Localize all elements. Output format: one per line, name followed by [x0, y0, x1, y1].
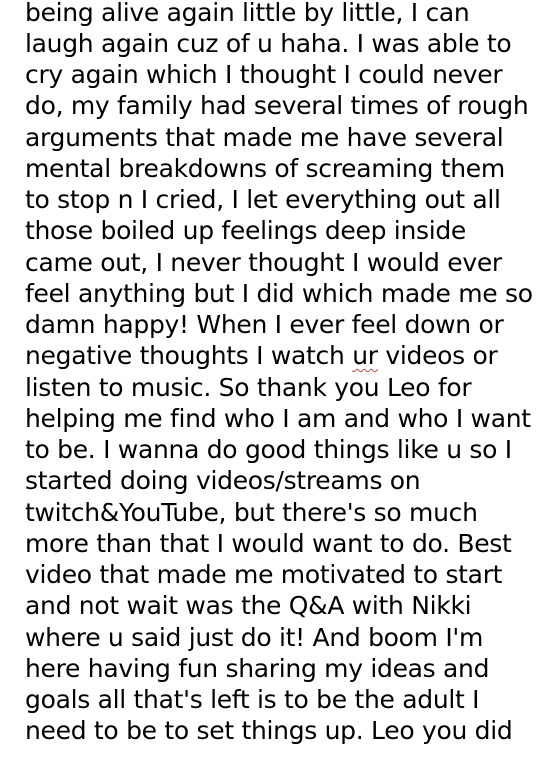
text-line-23: goals all that's left is to be the adult…	[25, 685, 480, 714]
text-line-17: twitch&YouTube, but there's so much	[25, 498, 478, 527]
text-line-13: listen to music. So thank you Leo for	[25, 373, 472, 402]
text-line-24: need to be to set things up. Leo you did	[25, 716, 513, 745]
text-line-2: laugh again cuz of u haha. I was able to	[25, 29, 512, 58]
text-line-14: helping me find who I am and who I want	[25, 404, 531, 433]
text-line-7: to stop n I cried, I let everything out …	[25, 185, 501, 214]
text-line-3: cry again which I thought I could never	[25, 60, 503, 89]
text-line-22: here having fun sharing my ideas and	[25, 654, 490, 683]
text-line-16: started doing videos/streams on	[25, 466, 421, 495]
text-line-12-before: negative thoughts I watch	[25, 341, 353, 370]
text-line-4: do, my family had several times of rough	[25, 91, 529, 120]
text-line-6: mental breakdowns of screaming them	[25, 154, 505, 183]
text-line-21: where u said just do it! And boom I'm	[25, 623, 484, 652]
text-line-11: damn happy! When I ever feel down or	[25, 310, 504, 339]
text-line-10: feel anything but I did which made me so	[25, 279, 533, 308]
text-line-15: to be. I wanna do good things like u so …	[25, 435, 512, 464]
text-line-9: came out, I never thought I would ever	[25, 248, 502, 277]
text-line-1: being alive again little by little, I ca…	[25, 0, 470, 27]
text-line-12-after: videos or	[377, 341, 498, 370]
text-line-12: negative thoughts I watch ur videos or	[25, 340, 498, 371]
text-line-5: arguments that made me have several	[25, 123, 504, 152]
note-document: being alive again little by little, I ca…	[0, 0, 540, 759]
text-line-20: and not wait was the Q&A with Nikki	[25, 591, 472, 620]
spellcheck-flagged-word[interactable]: ur	[352, 341, 378, 370]
text-line-8: those boiled up feelings deep inside	[25, 216, 467, 245]
text-line-18: more than that I would want to do. Best	[25, 529, 512, 558]
text-line-19: video that made me motivated to start	[25, 560, 503, 589]
